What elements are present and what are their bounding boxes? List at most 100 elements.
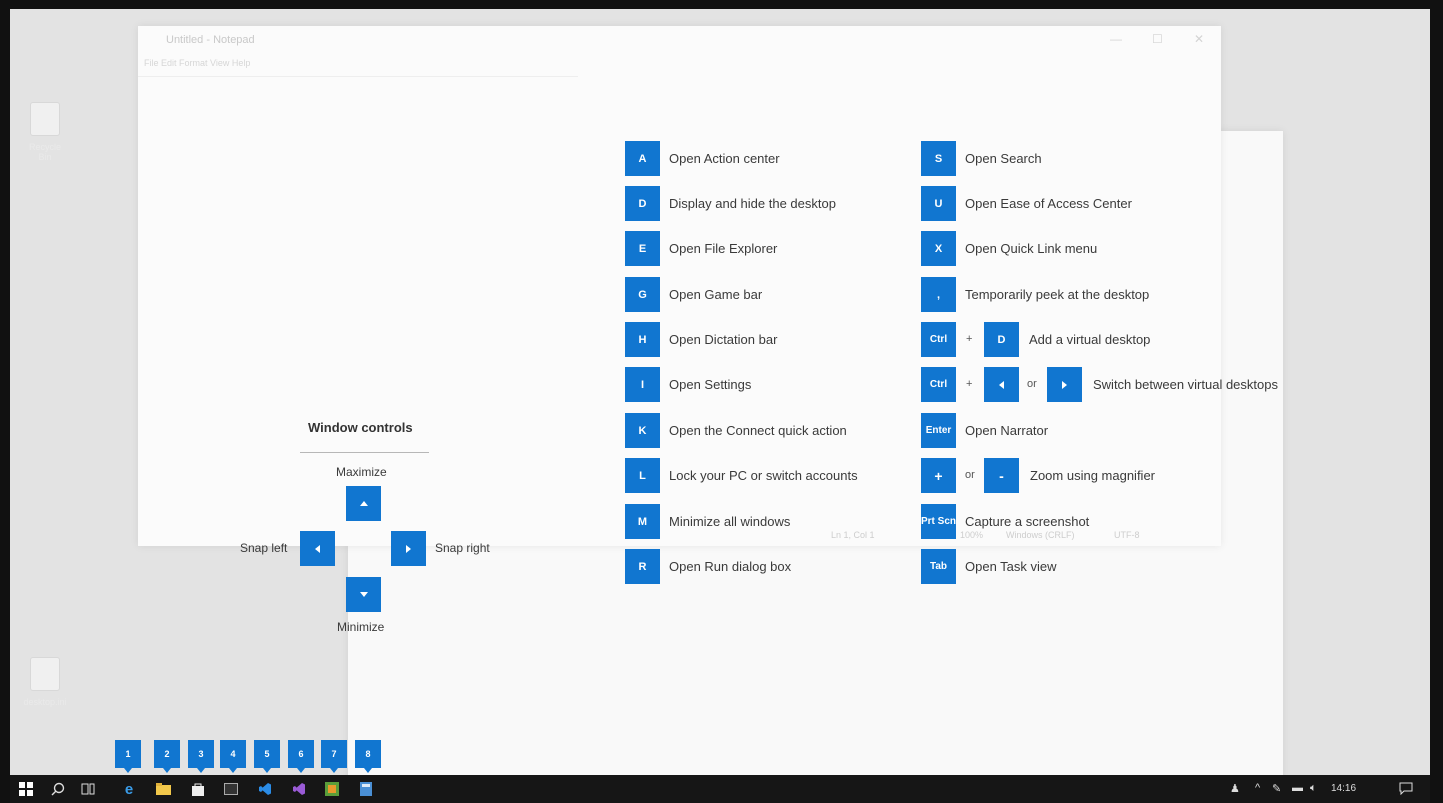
people-icon[interactable]: ♟: [1230, 782, 1240, 795]
desktop-icon-label: Recycle Bin: [28, 142, 61, 162]
visual-studio-icon: [293, 783, 305, 795]
key-plus: +: [921, 458, 956, 493]
window-title: Untitled - Notepad: [166, 34, 255, 46]
shortcut-desc: Minimize all windows: [669, 514, 791, 529]
key-i: I: [625, 367, 660, 402]
or-separator: or: [1027, 378, 1037, 390]
taskbar-number-badge: 6: [288, 740, 314, 773]
maximize-window-button[interactable]: ☐: [1152, 32, 1163, 46]
desktop-ini-icon[interactable]: desktop.ini: [22, 657, 68, 707]
shortcut-desc: Open Dictation bar: [669, 332, 778, 347]
file-explorer-app[interactable]: [155, 781, 171, 797]
volume-icon[interactable]: 🔈︎: [1310, 782, 1317, 795]
key-x: X: [921, 231, 956, 266]
paint-icon: [325, 782, 339, 796]
key-prtscn: Prt Scn: [921, 504, 956, 539]
key-d: D: [625, 186, 660, 221]
right-arrow-icon: [1062, 380, 1067, 389]
snap-left-label: Snap left: [240, 541, 288, 555]
key-a: A: [625, 141, 660, 176]
shortcut-desc: Open Run dialog box: [669, 559, 792, 574]
file-icon: [30, 657, 60, 691]
key-left-arrow: [984, 367, 1019, 402]
folder-icon: [155, 783, 171, 795]
clock[interactable]: 14:16: [1331, 783, 1356, 794]
key-e: E: [625, 231, 660, 266]
task-view-button[interactable]: [80, 781, 96, 797]
key-comma: ,: [921, 277, 956, 312]
calculator-icon: [360, 782, 372, 796]
taskbar-number-badge: 4: [220, 740, 246, 773]
key-k: K: [625, 413, 660, 448]
divider: [138, 76, 578, 77]
minimize-window-button[interactable]: —: [1110, 32, 1122, 46]
up-arrow-icon: [359, 501, 368, 506]
trash-icon: [30, 102, 60, 136]
shortcut-desc: Open Settings: [669, 377, 752, 392]
status-line-endings: Windows (CRLF): [1006, 530, 1075, 540]
search-button[interactable]: [50, 781, 66, 797]
shortcut-desc: Open Search: [965, 151, 1042, 166]
pen-icon[interactable]: ✎: [1272, 782, 1281, 795]
key-enter: Enter: [921, 413, 956, 448]
chevron-up-icon[interactable]: ^: [1255, 782, 1260, 794]
or-separator: or: [965, 469, 975, 481]
key-l: L: [625, 458, 660, 493]
windows-logo-icon: [19, 782, 33, 796]
taskbar-number-badge: 2: [154, 740, 180, 773]
shortcut-desc: Open File Explorer: [669, 241, 778, 256]
status-zoom: 100%: [960, 530, 984, 540]
shortcut-desc: Capture a screenshot: [965, 514, 1090, 529]
key-d-secondary: D: [984, 322, 1019, 357]
store-app[interactable]: [190, 781, 206, 797]
search-icon: [51, 782, 65, 796]
close-window-button[interactable]: ✕: [1194, 32, 1204, 46]
plus-separator: +: [966, 378, 973, 390]
window-controls-title: Window controls: [308, 420, 413, 435]
snap-right-label: Snap right: [435, 541, 490, 555]
shortcut-desc: Open Quick Link menu: [965, 241, 1098, 256]
shortcut-desc: Open the Connect quick action: [669, 423, 847, 438]
taskbar-number-badge: 5: [254, 740, 280, 773]
shortcut-desc: Open Ease of Access Center: [965, 196, 1132, 211]
desktop-icon-label: desktop.ini: [23, 697, 67, 707]
vscode-icon: [259, 783, 271, 795]
menu-bar[interactable]: File Edit Format View Help: [144, 58, 250, 68]
recycle-bin-icon[interactable]: Recycle Bin: [22, 102, 68, 162]
minimize-label: Minimize: [337, 620, 385, 634]
key-u: U: [921, 186, 956, 221]
app-window[interactable]: [223, 781, 239, 797]
key-ctrl: Ctrl: [921, 367, 956, 402]
key-s: S: [921, 141, 956, 176]
down-arrow-icon: [359, 592, 368, 597]
key-g: G: [625, 277, 660, 312]
divider: [300, 452, 429, 453]
shortcut-desc: Zoom using magnifier: [1030, 468, 1155, 483]
vscode-app[interactable]: [257, 781, 273, 797]
start-button[interactable]: [18, 781, 34, 797]
action-center-icon[interactable]: [1399, 782, 1413, 798]
desktop: Recycle Bin desktop.ini Untitled - Notep…: [10, 9, 1430, 803]
left-arrow-icon: [315, 544, 320, 553]
shortcut-desc: Temporarily peek at the desktop: [965, 287, 1150, 302]
shortcut-desc: Open Task view: [965, 559, 1057, 574]
visual-studio-app[interactable]: [291, 781, 307, 797]
shortcut-desc: Lock your PC or switch accounts: [669, 468, 858, 483]
key-up-arrow: [346, 486, 381, 521]
battery-icon[interactable]: ▬: [1292, 782, 1303, 794]
paint-app[interactable]: [324, 781, 340, 797]
taskbar-number-badge: 8: [355, 740, 381, 773]
status-encoding: UTF-8: [1114, 530, 1140, 540]
key-ctrl: Ctrl: [921, 322, 956, 357]
edge-app[interactable]: e: [121, 780, 137, 798]
calculator-app[interactable]: [358, 781, 374, 797]
key-tab: Tab: [921, 549, 956, 584]
key-r: R: [625, 549, 660, 584]
edge-icon: e: [124, 780, 134, 798]
taskbar-number-badge: 1: [115, 740, 141, 773]
key-right-arrow: [391, 531, 426, 566]
key-left-arrow: [300, 531, 335, 566]
shortcut-desc: Open Narrator: [965, 423, 1049, 438]
key-minus: -: [984, 458, 1019, 493]
taskbar-number-badge: 7: [321, 740, 347, 773]
